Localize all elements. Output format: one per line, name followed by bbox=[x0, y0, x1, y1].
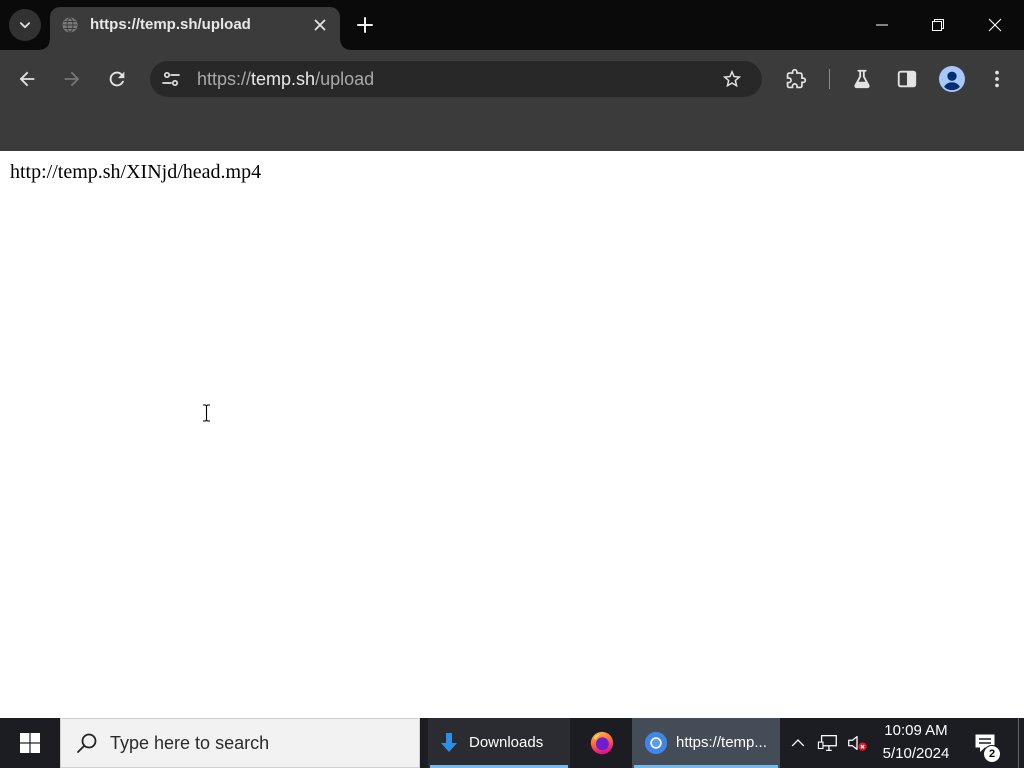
volume-button[interactable] bbox=[845, 731, 869, 755]
toolbar-divider bbox=[829, 69, 830, 89]
tune-icon bbox=[162, 71, 180, 87]
chrome-labs-button[interactable] bbox=[844, 61, 880, 97]
restore-icon bbox=[932, 19, 944, 31]
minimize-button[interactable] bbox=[854, 0, 910, 50]
taskbar-clock[interactable]: 10:09 AM 5/10/2024 bbox=[874, 718, 958, 768]
new-tab-button[interactable] bbox=[349, 9, 381, 41]
avatar-icon bbox=[939, 66, 965, 92]
taskbar-app-chrome[interactable]: https://temp... bbox=[632, 718, 780, 768]
site-info-button[interactable] bbox=[159, 67, 183, 91]
flask-icon bbox=[854, 69, 870, 89]
bookmarks-bar bbox=[0, 108, 1024, 151]
tab-active[interactable]: https://temp.sh/upload bbox=[40, 7, 350, 50]
url-host: temp.sh bbox=[251, 69, 316, 89]
reload-button[interactable] bbox=[99, 61, 135, 97]
toolbar: https://temp.sh/upload bbox=[0, 50, 1024, 151]
page-body-text: http://temp.sh/XINjd/head.mp4 bbox=[10, 161, 262, 183]
url-scheme: https:// bbox=[197, 69, 252, 89]
chevron-up-icon bbox=[791, 739, 805, 747]
reload-icon bbox=[109, 71, 125, 87]
star-outline-icon bbox=[722, 69, 742, 88]
restore-button[interactable] bbox=[910, 0, 966, 50]
page-content: http://temp.sh/XINjd/head.mp4 bbox=[0, 151, 1024, 718]
search-input[interactable] bbox=[110, 719, 410, 767]
side-panel-icon bbox=[897, 70, 917, 88]
chrome-icon bbox=[644, 731, 668, 755]
windows-logo-icon bbox=[20, 733, 40, 753]
show-desktop-button[interactable] bbox=[1018, 718, 1024, 768]
i-beam-cursor-icon bbox=[203, 404, 210, 422]
url-path: /upload bbox=[315, 69, 375, 89]
tab-close-button[interactable] bbox=[310, 15, 330, 35]
back-button[interactable] bbox=[9, 61, 45, 97]
network-button[interactable] bbox=[816, 731, 840, 755]
tab-search-button[interactable] bbox=[9, 9, 41, 41]
search-icon bbox=[77, 733, 97, 753]
screen: https://temp.sh/upload https://temp.sh/u… bbox=[0, 0, 1024, 768]
volume-error-icon bbox=[848, 735, 867, 751]
show-hidden-icons-button[interactable] bbox=[786, 731, 810, 755]
url-text[interactable]: https://temp.sh/upload bbox=[197, 61, 374, 97]
bookmark-star-button[interactable] bbox=[714, 61, 750, 97]
close-icon bbox=[314, 19, 326, 31]
address-bar[interactable]: https://temp.sh/upload bbox=[150, 61, 762, 97]
globe-icon bbox=[62, 17, 78, 33]
start-button[interactable] bbox=[0, 718, 60, 768]
taskbar-app-firefox[interactable] bbox=[578, 718, 626, 768]
taskbar-search-box[interactable] bbox=[60, 718, 420, 768]
arrow-forward-icon bbox=[64, 71, 80, 87]
taskbar-app-label: Downloads bbox=[469, 734, 544, 751]
chrome-menu-button[interactable] bbox=[979, 61, 1015, 97]
taskbar-app-label: https://temp... bbox=[676, 734, 767, 751]
chevron-down-icon bbox=[19, 22, 31, 29]
clock-date: 5/10/2024 bbox=[882, 745, 950, 762]
notification-count-badge: 2 bbox=[983, 745, 1001, 763]
profile-button[interactable] bbox=[934, 61, 970, 97]
taskbar-app-downloads[interactable]: Downloads bbox=[428, 718, 570, 768]
plus-icon bbox=[357, 17, 373, 33]
arrow-back-icon bbox=[19, 71, 35, 87]
close-icon bbox=[988, 18, 1002, 32]
close-window-button[interactable] bbox=[966, 0, 1024, 50]
forward-button[interactable] bbox=[54, 61, 90, 97]
side-panel-button[interactable] bbox=[889, 61, 925, 97]
clock-time: 10:09 AM bbox=[884, 722, 948, 739]
kebab-menu-icon bbox=[995, 70, 999, 88]
puzzle-icon bbox=[786, 68, 807, 89]
taskbar: Downloads bbox=[0, 718, 1024, 768]
firefox-icon bbox=[590, 731, 614, 755]
extensions-button[interactable] bbox=[778, 61, 814, 97]
network-icon bbox=[817, 735, 837, 751]
tab-title: https://temp.sh/upload bbox=[90, 16, 251, 33]
minimize-icon bbox=[876, 24, 888, 26]
tab-strip: https://temp.sh/upload bbox=[0, 0, 1024, 50]
download-arrow-icon bbox=[441, 733, 457, 752]
